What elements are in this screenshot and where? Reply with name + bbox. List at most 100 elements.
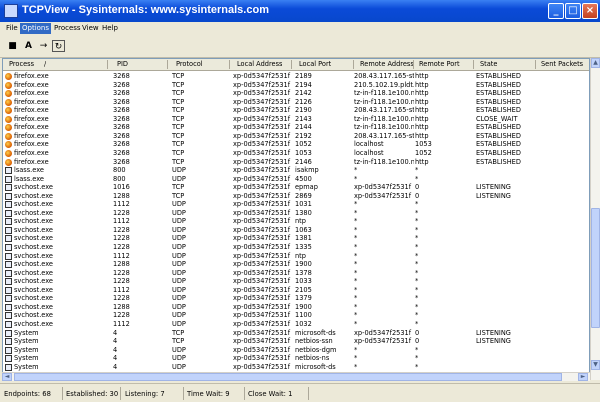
table-row[interactable]: lsass.exe 800 UDP xp-0d5347f2531f 4500 * * [3,174,589,184]
table-row[interactable]: System 4 UDP xp-0d5347f2531f microsoft-ds * * [3,363,589,372]
table-row[interactable]: svchost.exe 1228 UDP xp-0d5347f2531f 1379 * * [3,294,589,303]
save-icon[interactable]: ■ [6,40,19,52]
table-row[interactable]: firefox.exe 3268 TCP xp-0d5347f2531f 2142 tz-… [3,89,589,98]
table-row[interactable]: firefox.exe 3268 TCP xp-0d5347f2531f 1053 loc… [3,148,589,158]
cell-local-port: 1335 [295,243,312,251]
cell-remote-address: * [354,225,358,234]
cell-local-address: xp-0d5347f2531f [233,200,291,209]
window-title: TCPView - Sysinternals: www.sysinternals… [22,4,269,16]
column-header-remote-port[interactable]: Remote Port [419,59,460,70]
table-row[interactable]: firefox.exe 3268 TCP xp-0d5347f2531f 1052 loc… [3,140,589,149]
connect-arrow-icon[interactable]: → [37,40,50,52]
table-header: Process / PID Protocol Local Address Loc… [3,59,589,71]
cell-local-port: 1052 [295,140,312,149]
cell-remote-address: * [354,319,358,328]
table-row[interactable]: lsass.exe 800 UDP xp-0d5347f2531f isakmp * * [3,166,589,175]
table-row[interactable]: svchost.exe 1228 UDP xp-0d5347f2531f 1380 * * [3,208,589,218]
table-row[interactable]: svchost.exe 1228 UDP xp-0d5347f2531f 1381 * * [3,234,589,243]
cell-local-port: isakmp [295,166,319,175]
cell-local-port: 2192 [295,131,312,140]
table-row[interactable]: System 4 UDP xp-0d5347f2531f netbios-dgm * * [3,345,589,355]
app-icon [4,4,18,18]
scroll-down-icon[interactable]: ▼ [591,360,600,370]
cell-local-port: 1900 [295,302,312,311]
column-header-local-port[interactable]: Local Port [299,59,331,70]
table-row[interactable]: svchost.exe 1112 UDP xp-0d5347f2531f 2105 * * [3,286,589,295]
table-row[interactable]: firefox.exe 3268 TCP xp-0d5347f2531f 2146 tz-… [3,158,589,167]
cell-protocol: TCP [172,97,185,106]
table-row[interactable]: firefox.exe 3268 TCP xp-0d5347f2531f 2126 tz-… [3,97,589,107]
application-icon [5,269,12,277]
table-row[interactable]: svchost.exe 1112 UDP xp-0d5347f2531f 1031 * * [3,200,589,209]
table-row[interactable]: svchost.exe 1288 UDP xp-0d5347f2531f 1900 * * [3,302,589,312]
maximize-button[interactable]: □ [565,3,581,19]
column-header-protocol[interactable]: Protocol [176,59,203,70]
cell-pid: 800 [113,166,126,175]
cell-state [476,303,534,312]
table-row[interactable]: firefox.exe 3268 TCP xp-0d5347f2531f 2190 208… [3,106,589,115]
column-header-state[interactable]: State [480,59,497,70]
column-header-process[interactable]: Process [9,59,34,70]
cell-state: LISTENING [476,328,511,337]
cell-pid: 1112 [113,200,130,209]
vertical-scroll-thumb[interactable] [591,208,600,328]
menu-help[interactable]: Help [100,23,120,34]
table-row[interactable]: svchost.exe 1288 UDP xp-0d5347f2531f 1900 * * [3,260,589,269]
table-row[interactable]: svchost.exe 1228 UDP xp-0d5347f2531f 1378 * * [3,269,589,278]
horizontal-scrollbar[interactable]: ◄ ► [2,372,590,381]
menu-view[interactable]: View [80,23,101,34]
table-row[interactable]: svchost.exe 1228 UDP xp-0d5347f2531f 1335 * * [3,243,589,252]
cell-remote-address: * [354,174,358,183]
cell-local-port: ntp [295,251,306,260]
scroll-right-icon[interactable]: ► [578,373,588,381]
cell-local-address: xp-0d5347f2531f [233,345,291,354]
column-header-sent-packets[interactable]: Sent Packets [541,59,583,70]
cell-pid: 1228 [113,294,130,303]
cell-state [476,243,534,252]
table-row[interactable]: svchost.exe 1112 UDP xp-0d5347f2531f ntp * * [3,251,589,261]
title-bar[interactable]: TCPView - Sysinternals: www.sysinternals… [0,0,600,22]
table-row[interactable]: svchost.exe 1228 UDP xp-0d5347f2531f 1100 * * [3,311,589,320]
table-row[interactable]: System 4 TCP xp-0d5347f2531f netbios-ssn xp-0… [3,337,589,346]
minimize-button[interactable]: _ [548,3,564,19]
column-header-pid[interactable]: PID [117,59,128,70]
status-bar: Endpoints: 68 Established: 30 Listening:… [0,383,600,402]
cell-local-port: netbios-ns [295,354,330,363]
table-row[interactable]: firefox.exe 3268 TCP xp-0d5347f2531f 2189 208… [3,72,589,81]
cell-local-address: xp-0d5347f2531f [233,148,291,157]
column-header-remote-address[interactable]: Remote Address [360,59,414,70]
table-row[interactable]: svchost.exe 1228 UDP xp-0d5347f2531f 1063 * * [3,225,589,235]
column-header-local-address[interactable]: Local Address [237,59,282,70]
refresh-icon[interactable]: ↻ [52,40,65,52]
cell-process: svchost.exe [14,243,53,251]
table-row[interactable]: svchost.exe 1112 UDP xp-0d5347f2531f 1032 * * [3,319,589,329]
table-row[interactable]: svchost.exe 1288 TCP xp-0d5347f2531f 2869 xp-… [3,192,589,201]
table-row[interactable]: svchost.exe 1016 TCP xp-0d5347f2531f epmap xp… [3,183,589,192]
table-row[interactable]: firefox.exe 3268 TCP xp-0d5347f2531f 2194 210… [3,81,589,90]
table-row[interactable]: firefox.exe 3268 TCP xp-0d5347f2531f 2144 tz-… [3,123,589,132]
cell-remote-address: 208.43.117.165-st... [354,106,414,115]
menu-file[interactable]: File [4,23,20,34]
scroll-up-icon[interactable]: ▲ [591,58,600,68]
close-button[interactable]: × [582,3,598,19]
cell-protocol: UDP [172,243,186,251]
cell-pid: 1112 [113,319,130,328]
menu-process[interactable]: Process [52,23,83,34]
menu-options[interactable]: Options [20,23,52,34]
table-row[interactable]: System 4 UDP xp-0d5347f2531f netbios-ns * * [3,354,589,363]
table-row[interactable]: svchost.exe 1228 UDP xp-0d5347f2531f 1033 * * [3,277,589,286]
cell-pid: 1228 [113,243,130,251]
horizontal-scroll-thumb[interactable] [14,373,562,381]
connections-table: Process / PID Protocol Local Address Loc… [2,58,590,380]
table-row[interactable]: System 4 TCP xp-0d5347f2531f microsoft-ds xp-… [3,328,589,338]
scroll-left-icon[interactable]: ◄ [2,373,12,381]
vertical-scrollbar[interactable]: ▲ ▼ [590,58,600,380]
table-row[interactable]: firefox.exe 3268 TCP xp-0d5347f2531f 2192 208… [3,131,589,141]
table-row[interactable]: svchost.exe 1112 UDP xp-0d5347f2531f ntp * * [3,217,589,226]
status-listening: Listening: 7 [125,390,165,398]
table-row[interactable]: firefox.exe 3268 TCP xp-0d5347f2531f 2143 tz-… [3,115,589,124]
cell-process: firefox.exe [14,148,49,157]
font-icon[interactable]: A [22,40,35,52]
cell-state [476,269,534,278]
cell-protocol: UDP [172,208,186,217]
